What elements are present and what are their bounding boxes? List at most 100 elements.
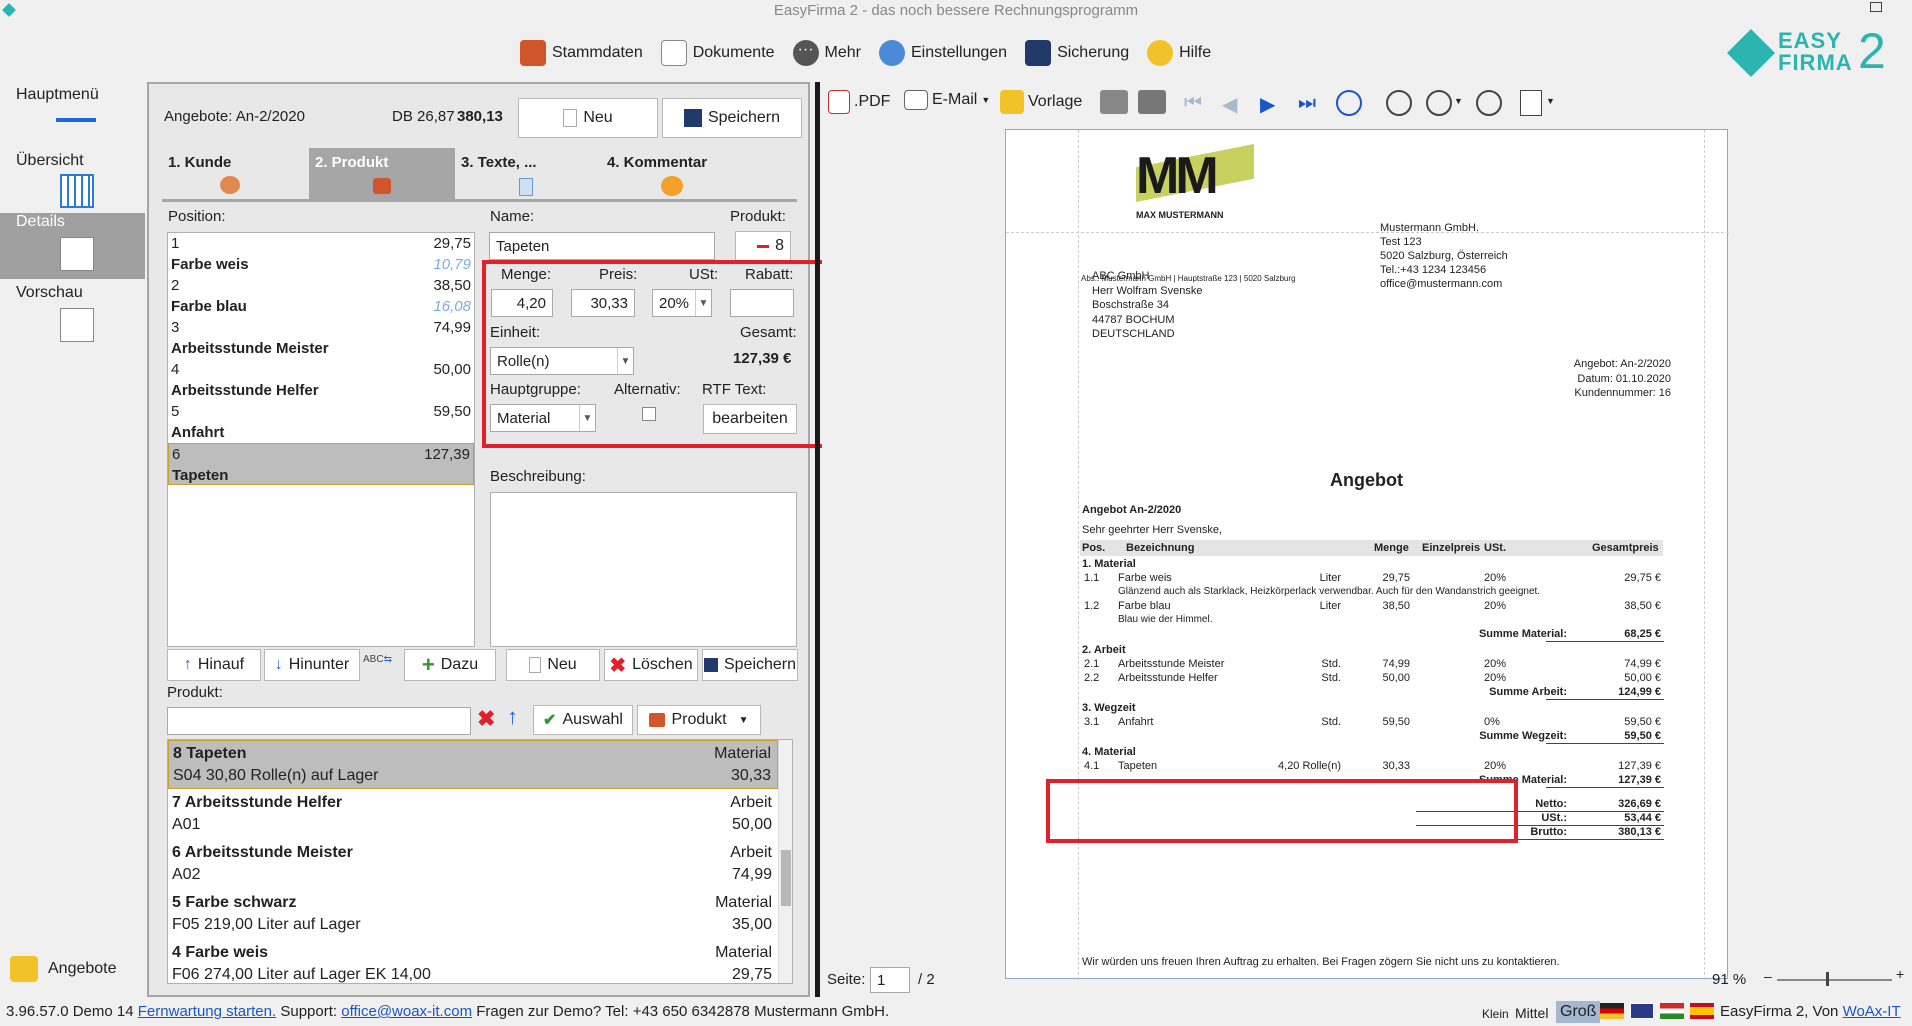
product-group: Material (715, 944, 772, 961)
move-down-button[interactable]: ↓ Hinunter (264, 649, 360, 681)
chevron-down-icon[interactable]: ▼ (1454, 96, 1463, 106)
beschreibung-textarea[interactable] (490, 492, 797, 647)
restore-window-icon[interactable] (1870, 2, 1882, 12)
nav-vorschau[interactable]: Vorschau (0, 284, 145, 350)
move-up-button[interactable]: ↑ Hinauf (167, 649, 261, 681)
vorlage-button[interactable]: Vorlage (1000, 90, 1082, 114)
zoom-slider-thumb[interactable] (1826, 972, 1829, 986)
new-document-button[interactable]: Neu (518, 98, 658, 138)
nav-hauptmenu[interactable]: Hauptmenü (0, 86, 145, 142)
print-settings-icon[interactable] (1138, 90, 1166, 114)
menu-mehr[interactable]: ··· Mehr (792, 40, 861, 66)
nav-angebote[interactable]: Angebote (0, 956, 145, 996)
woax-link[interactable]: WoAx-IT (1843, 1003, 1901, 1020)
item-total: 127,39 € (1618, 760, 1661, 772)
clear-search-icon[interactable]: ✖ (477, 706, 495, 732)
product-row[interactable]: 5 Farbe schwarz Material F05 219,00 Liter … (168, 890, 778, 939)
support-email-link[interactable]: office@woax-it.com (341, 1003, 472, 1020)
email-button[interactable]: E-Mail ▼ (904, 90, 990, 110)
print-icon[interactable] (1100, 90, 1128, 114)
next-page-icon[interactable]: ▶ (1260, 92, 1275, 117)
product-row[interactable]: 7 Arbeitsstunde Helfer Arbeit A01 50,00 (168, 790, 778, 839)
zoom-slider[interactable] (1777, 979, 1892, 981)
compass-icon[interactable] (1336, 90, 1362, 116)
page-label: Seite: (827, 971, 866, 988)
delete-button[interactable]: ✖ Löschen (604, 649, 698, 681)
product-search-input[interactable] (167, 707, 471, 735)
document-icon (660, 40, 687, 66)
last-page-icon[interactable]: ⏭ (1298, 92, 1316, 115)
calendar-grid-icon (60, 174, 94, 208)
remote-support-link[interactable]: Fernwartung starten. (138, 1003, 276, 1020)
new-position-button[interactable]: Neu (506, 649, 600, 681)
menu-label: Hilfe (1179, 44, 1212, 61)
zoom-in-icon[interactable] (1476, 90, 1502, 116)
flag-hungary-icon[interactable] (1660, 1003, 1684, 1019)
tab-kunde[interactable]: 1. Kunde (162, 148, 308, 200)
sender-address-line: Test 123 (1380, 236, 1422, 248)
panel-divider[interactable] (815, 82, 820, 997)
product-price: 35,00 (731, 916, 772, 933)
menu-dokumente[interactable]: Dokumente (660, 40, 775, 66)
item-pos: 4.1 (1084, 760, 1100, 772)
tab-texte[interactable]: 3. Texte, ... (455, 148, 601, 200)
check-icon: ✔ (543, 712, 557, 729)
menu-einstellungen[interactable]: Einstellungen (879, 40, 1007, 66)
position-row[interactable]: 1 29,75 Farbe weis 10,79 (168, 233, 474, 275)
position-row[interactable]: 2 38,50 Farbe blau 16,08 (168, 275, 474, 317)
save-document-button[interactable]: Speichern (662, 98, 802, 138)
position-row[interactable]: 5 59,50 Anfahrt (168, 401, 474, 443)
product-row[interactable]: 6 Arbeitsstunde Meister Arbeit A02 74,99 (168, 840, 778, 889)
page-input[interactable]: 1 (870, 967, 910, 993)
zoom-plus-icon[interactable]: + (1896, 966, 1904, 982)
position-row[interactable]: 3 74,99 Arbeitsstunde Meister (168, 317, 474, 359)
window-title: EasyFirma 2 - das noch bessere Rechnungs… (773, 2, 1139, 19)
name-input[interactable]: Tapeten (489, 232, 715, 260)
floppy-icon (683, 109, 702, 127)
auswahl-button[interactable]: ✔ Auswahl (533, 705, 633, 735)
arrow-up-icon[interactable]: ↑ (507, 704, 518, 730)
position-list[interactable]: 1 29,75 Farbe weis 10,79 2 38,50 Farbe blau 16,… (167, 232, 475, 647)
page-margin-guide (1006, 232, 1729, 233)
menu-hilfe[interactable]: Hilfe (1147, 40, 1211, 66)
zoom-out-icon[interactable] (1386, 90, 1412, 116)
nav-ubersicht[interactable]: Übersicht (0, 152, 145, 212)
menu-sicherung[interactable]: Sicherung (1025, 40, 1129, 66)
export-pdf-button[interactable]: .PDF (828, 90, 890, 114)
position-row[interactable]: 6 127,39 Tapeten (168, 443, 474, 485)
nav-details[interactable]: Details (0, 213, 145, 279)
flag-uk-icon[interactable] (1630, 1003, 1654, 1019)
add-button[interactable]: + Dazu (404, 649, 496, 681)
spellcheck-icon[interactable]: ABC⇆ (363, 654, 399, 676)
product-number-button[interactable]: 8 (735, 231, 791, 261)
menu-stammdaten[interactable]: Stammdaten (520, 40, 643, 66)
size-gross[interactable]: Groß (1556, 1001, 1601, 1023)
flag-spain-icon[interactable] (1690, 1003, 1714, 1019)
col-gesamtpreis: Gesamtpreis (1592, 542, 1659, 554)
previous-page-icon[interactable]: ◀ (1222, 92, 1237, 117)
zoom-icon[interactable] (1426, 90, 1452, 116)
floppy-icon (703, 658, 718, 672)
main-menu-bar: Stammdaten Dokumente ··· Mehr Einstellung… (520, 32, 1223, 74)
position-row[interactable]: 4 50,00 Arbeitsstunde Helfer (168, 359, 474, 401)
position-total: 59,50 (433, 403, 471, 420)
save-position-button[interactable]: Speichern (702, 649, 798, 681)
product-list[interactable]: 8 Tapeten Material S04 30,80 Rolle(n) auf … (167, 739, 793, 984)
flag-germany-icon[interactable] (1600, 1003, 1624, 1019)
produkt-dropdown-button[interactable]: Produkt ▼ (637, 705, 761, 735)
first-page-icon[interactable]: ⏮ (1184, 92, 1202, 115)
product-row[interactable]: 8 Tapeten Material S04 30,80 Rolle(n) auf … (168, 740, 778, 789)
size-mittel[interactable]: Mittel (1515, 1005, 1548, 1021)
product-price: 74,99 (731, 866, 772, 883)
page-margin-guide (1704, 130, 1705, 980)
size-klein[interactable]: Klein (1482, 1007, 1509, 1021)
col-ust: USt. (1484, 542, 1506, 554)
chevron-down-icon[interactable]: ▼ (1546, 96, 1555, 106)
scrollbar[interactable] (778, 740, 792, 983)
tab-kommentar[interactable]: 4. Kommentar (601, 148, 747, 200)
zoom-minus-icon[interactable]: – (1764, 968, 1772, 984)
page-setup-icon[interactable] (1520, 90, 1542, 116)
scrollbar-thumb[interactable] (781, 850, 791, 906)
tab-produkt[interactable]: 2. Produkt (309, 148, 455, 200)
product-row[interactable]: 4 Farbe weis Material F06 274,00 Liter auf… (168, 940, 778, 983)
